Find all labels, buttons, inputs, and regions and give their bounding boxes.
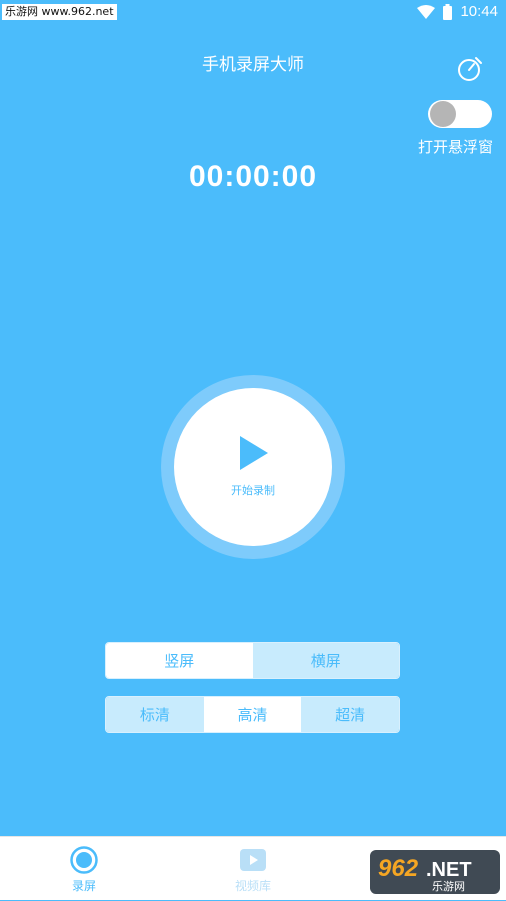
orientation-portrait-option[interactable]: 竖屏 bbox=[106, 643, 253, 678]
toggle-knob bbox=[430, 101, 456, 127]
floating-window-label: 打开悬浮窗 bbox=[418, 138, 494, 156]
recording-timer: 00:00:00 bbox=[188, 160, 318, 193]
floating-window-toggle[interactable] bbox=[428, 100, 492, 128]
watermark-logo: 962 .NET 乐游网 bbox=[370, 850, 500, 894]
svg-text:962: 962 bbox=[378, 855, 419, 882]
quality-high-option[interactable]: 高清 bbox=[203, 697, 302, 732]
nav-item-record[interactable]: 录屏 bbox=[24, 837, 144, 901]
record-icon bbox=[70, 846, 98, 874]
quality-standard-option[interactable]: 标清 bbox=[106, 697, 204, 732]
quality-ultra-option[interactable]: 超清 bbox=[301, 697, 399, 732]
nav-label-video-library: 视频库 bbox=[234, 879, 271, 893]
status-watermark: 乐游网 www.962.net bbox=[2, 4, 117, 20]
wifi-icon bbox=[417, 4, 436, 19]
start-record-button[interactable]: 开始录制 bbox=[174, 388, 332, 546]
orientation-selector: 竖屏 横屏 bbox=[105, 642, 400, 679]
svg-text:乐游网: 乐游网 bbox=[432, 880, 465, 893]
play-icon bbox=[240, 436, 268, 470]
status-time: 10:44 bbox=[460, 3, 498, 20]
video-library-icon bbox=[240, 849, 266, 871]
battery-icon bbox=[443, 3, 453, 20]
status-icons: 10:44 bbox=[417, 3, 498, 20]
svg-text:.NET: .NET bbox=[426, 859, 472, 881]
nav-item-video-library[interactable]: 视频库 bbox=[193, 837, 313, 901]
nav-label-record: 录屏 bbox=[71, 879, 96, 893]
start-record-label: 开始录制 bbox=[231, 484, 275, 497]
app-title: 手机录屏大师 bbox=[202, 55, 304, 75]
status-bar: 乐游网 www.962.net 10:44 bbox=[0, 0, 506, 26]
orientation-landscape-option[interactable]: 横屏 bbox=[252, 643, 399, 678]
quality-selector: 标清 高清 超清 bbox=[105, 696, 400, 733]
timer-icon[interactable] bbox=[456, 55, 484, 83]
